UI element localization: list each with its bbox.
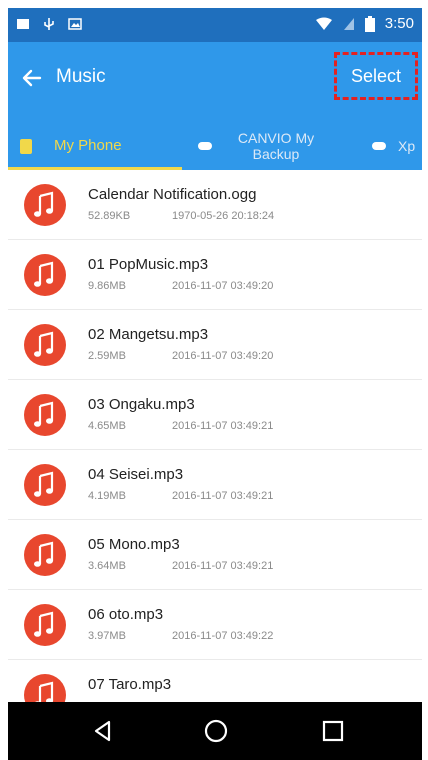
file-name: 07 Taro.mp3 <box>88 676 172 693</box>
status-notifications <box>16 17 82 31</box>
tab-xp[interactable]: Xp <box>372 122 422 170</box>
phone-screen: 3:50 Music Select My Phone CANVIO My Bac… <box>8 8 422 760</box>
file-row[interactable]: 02 Mangetsu.mp3 2.59MB 2016-11-07 03:49:20 <box>8 310 422 380</box>
file-size: 2.59MB <box>88 350 126 362</box>
file-name: 06 oto.mp3 <box>88 606 164 623</box>
music-note-icon <box>24 324 66 366</box>
status-time: 3:50 <box>384 15 414 32</box>
notification-square-icon <box>17 19 29 29</box>
file-row[interactable]: 06 oto.mp3 3.97MB 2016-11-07 03:49:22 <box>8 590 422 660</box>
file-date: 2016-11-07 03:49:22 <box>172 630 274 642</box>
file-date: 2016-11-07 03:49:20 <box>172 350 274 362</box>
file-list: Calendar Notification.ogg 52.89KB 1970-05-… <box>8 170 422 702</box>
music-note-icon <box>24 464 66 506</box>
file-size: 3.97MB <box>88 630 126 642</box>
wifi-icon <box>315 17 332 30</box>
file-size: 4.65MB <box>88 420 126 432</box>
drive-icon <box>372 142 386 150</box>
file-size: 9.86MB <box>88 280 126 292</box>
tab-canvio-backup[interactable]: CANVIO My Backup <box>198 122 338 170</box>
phone-icon <box>20 138 32 154</box>
music-note-icon <box>24 604 66 646</box>
battery-icon <box>364 15 375 32</box>
square-recent-icon[interactable] <box>318 716 348 746</box>
select-button[interactable]: Select <box>334 52 418 100</box>
page-title: Music <box>56 66 106 87</box>
tab-label: CANVIO My Backup <box>237 130 315 162</box>
storage-tabs: My Phone CANVIO My Backup Xp <box>8 122 422 170</box>
circle-home-icon[interactable] <box>201 716 231 746</box>
file-row[interactable]: 04 Seisei.mp3 4.19MB 2016-11-07 03:49:21 <box>8 450 422 520</box>
file-date: 2016-11-07 03:49:21 <box>172 490 274 502</box>
arrow-left-icon[interactable] <box>18 64 46 92</box>
file-date: 2016-11-07 03:49:21 <box>172 560 274 572</box>
music-note-icon <box>24 534 66 576</box>
triangle-back-icon[interactable] <box>88 716 118 746</box>
app-bar: Music Select <box>8 42 422 122</box>
file-size: 52.89KB <box>88 210 131 222</box>
tab-label: Xp <box>398 138 416 154</box>
music-note-icon <box>24 394 66 436</box>
drive-icon <box>198 142 212 150</box>
file-date: 2016-11-07 03:49:21 <box>172 420 274 432</box>
usb-icon <box>44 18 54 30</box>
music-note-icon <box>24 674 66 702</box>
file-name: 01 PopMusic.mp3 <box>88 256 209 273</box>
file-size: 3.64MB <box>88 560 126 572</box>
file-name: 05 Mono.mp3 <box>88 536 180 553</box>
file-size: 4.19MB <box>88 490 126 502</box>
file-row[interactable]: 01 PopMusic.mp3 9.86MB 2016-11-07 03:49:20 <box>8 240 422 310</box>
file-name: 02 Mangetsu.mp3 <box>88 326 209 343</box>
file-date: 2016-11-07 03:49:20 <box>172 280 274 292</box>
image-icon <box>68 18 82 30</box>
music-note-icon <box>24 184 66 226</box>
file-row[interactable]: Calendar Notification.ogg 52.89KB 1970-05-… <box>8 170 422 240</box>
file-name: 04 Seisei.mp3 <box>88 466 184 483</box>
tab-label: My Phone <box>54 137 122 154</box>
tab-my-phone[interactable]: My Phone <box>20 122 180 170</box>
music-note-icon <box>24 254 66 296</box>
file-name: 03 Ongaku.mp3 <box>88 396 195 413</box>
file-name: Calendar Notification.ogg <box>88 186 257 203</box>
file-row[interactable]: 03 Ongaku.mp3 4.65MB 2016-11-07 03:49:21 <box>8 380 422 450</box>
file-date: 1970-05-26 20:18:24 <box>172 210 275 222</box>
status-bar: 3:50 <box>8 8 422 42</box>
file-row[interactable]: 07 Taro.mp3 <box>8 660 422 702</box>
file-row[interactable]: 05 Mono.mp3 3.64MB 2016-11-07 03:49:21 <box>8 520 422 590</box>
navigation-bar <box>8 702 422 760</box>
status-system: 3:50 <box>315 15 414 32</box>
no-sim-icon <box>343 17 354 30</box>
